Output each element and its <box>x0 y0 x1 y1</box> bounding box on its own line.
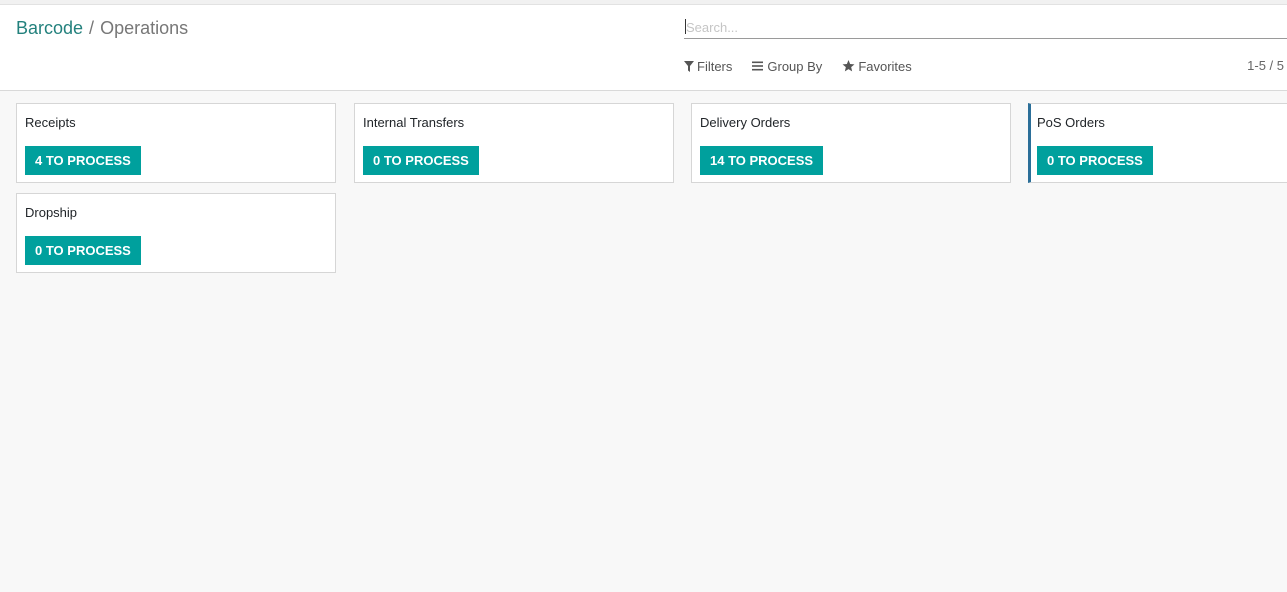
bars-icon <box>752 61 764 71</box>
card-receipts[interactable]: Receipts 4 TO PROCESS <box>16 103 336 183</box>
favorites-button[interactable]: Favorites <box>842 58 912 74</box>
to-process-button[interactable]: 14 TO PROCESS <box>700 146 824 175</box>
star-icon <box>842 60 855 72</box>
card-title[interactable]: Dropship <box>25 205 77 220</box>
to-process-button[interactable]: 4 TO PROCESS <box>25 146 141 175</box>
funnel-icon <box>684 60 694 72</box>
text-cursor <box>685 19 686 34</box>
card-title[interactable]: Delivery Orders <box>700 115 790 130</box>
search-options: Filters Group By Favorites <box>684 58 932 74</box>
card-title[interactable]: Internal Transfers <box>363 115 464 130</box>
search-input[interactable] <box>684 17 1287 37</box>
card-pos-orders[interactable]: PoS Orders 0 TO PROCESS <box>1028 103 1287 183</box>
search-bar <box>684 17 1287 39</box>
group-by-button[interactable]: Group By <box>752 59 822 74</box>
breadcrumb-current: Operations <box>100 18 189 38</box>
filters-button[interactable]: Filters <box>684 59 732 74</box>
to-process-button[interactable]: 0 TO PROCESS <box>1037 146 1153 175</box>
control-panel: Barcode /Operations Filters Group By Favo… <box>0 5 1287 91</box>
favorites-label: Favorites <box>858 58 912 74</box>
card-dropship[interactable]: Dropship 0 TO PROCESS <box>16 193 336 273</box>
pager-value[interactable]: 1-5 / 5 <box>1247 58 1284 73</box>
card-internal-transfers[interactable]: Internal Transfers 0 TO PROCESS <box>354 103 674 183</box>
filters-label: Filters <box>697 58 733 74</box>
to-process-button[interactable]: 0 TO PROCESS <box>363 146 479 175</box>
to-process-button[interactable]: 0 TO PROCESS <box>25 236 141 265</box>
breadcrumb-barcode-link[interactable]: Barcode <box>16 18 83 38</box>
breadcrumb-separator: / <box>89 18 95 38</box>
card-delivery-orders[interactable]: Delivery Orders 14 TO PROCESS <box>691 103 1011 183</box>
breadcrumb: Barcode / Operations <box>16 17 188 39</box>
card-title[interactable]: Receipts <box>25 115 76 130</box>
card-title[interactable]: PoS Orders <box>1037 115 1105 130</box>
group-by-label: Group By <box>767 58 823 74</box>
